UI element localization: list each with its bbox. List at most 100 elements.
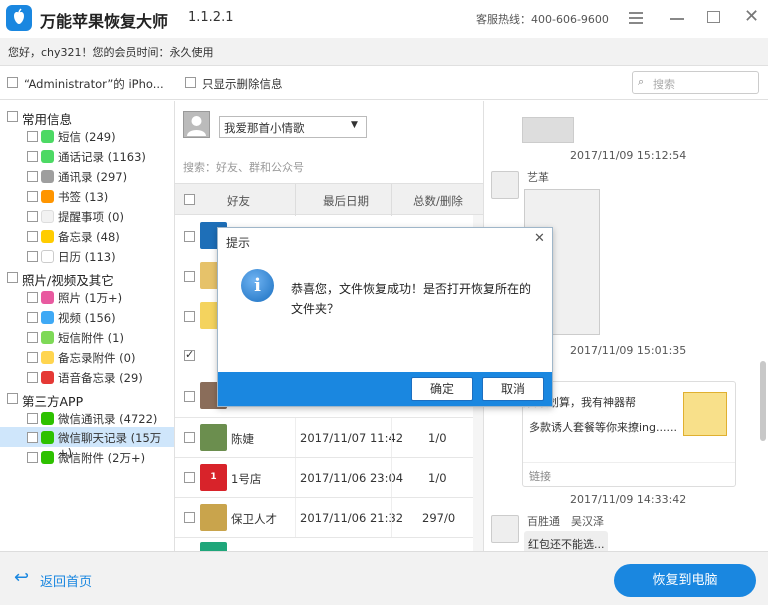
recover-button[interactable]: 恢复到电脑 xyxy=(614,564,756,597)
item-checkbox[interactable] xyxy=(27,352,38,363)
phone-icon xyxy=(41,150,54,163)
menu-icon[interactable] xyxy=(629,12,643,24)
table-row[interactable]: 保卫人才 2017/11/06 21:32 297/0 xyxy=(175,497,483,538)
item-checkbox[interactable] xyxy=(27,251,38,262)
only-deleted-checkbox[interactable] xyxy=(185,77,196,88)
sender-name: 艺革 xyxy=(527,171,549,184)
row-count: 297/0 xyxy=(422,511,456,525)
group-checkbox[interactable] xyxy=(7,272,18,283)
reminders-icon xyxy=(41,210,54,223)
sidebar-item-calls[interactable]: 通话记录 (1163) xyxy=(58,149,146,165)
item-checkbox[interactable] xyxy=(27,452,38,463)
item-checkbox[interactable] xyxy=(27,191,38,202)
sidebar-item-photos[interactable]: 照片 (1万+) xyxy=(58,290,122,306)
search-placeholder: 搜索 xyxy=(653,78,675,91)
row-name: 1号店 xyxy=(231,472,262,486)
sender-avatar xyxy=(491,171,519,199)
sidebar-item-wechat-contacts[interactable]: 微信通讯录 (4722) xyxy=(58,411,157,427)
row-checkbox[interactable] xyxy=(184,348,195,361)
hotline: 客服热线：400-606-9600 xyxy=(476,13,609,26)
sidebar: 常用信息 短信 (249) 通话记录 (1163) 通讯录 (297) 书签 (… xyxy=(0,101,175,551)
col-count[interactable]: 总数/删除 xyxy=(413,193,463,209)
item-checkbox[interactable] xyxy=(27,151,38,162)
table-header: 好友 最后日期 总数/删除 xyxy=(175,183,483,216)
title-bar: 万能苹果恢复大师 1.1.2.1 客服热线：400-606-9600 ✕ xyxy=(0,0,768,38)
sidebar-item-sms-attachments[interactable]: 短信附件 (1) xyxy=(58,330,124,346)
sidebar-item-calendar[interactable]: 日历 (113) xyxy=(58,249,116,265)
row-date: 2017/11/06 23:04 xyxy=(300,471,404,485)
sidebar-item-videos[interactable]: 视频 (156) xyxy=(58,310,116,326)
row-checkbox[interactable] xyxy=(184,391,195,402)
maximize-button[interactable] xyxy=(707,11,720,23)
notes-icon xyxy=(41,230,54,243)
item-checkbox[interactable] xyxy=(27,231,38,242)
table-row[interactable] xyxy=(175,537,483,551)
chat-timestamp: 2017/11/09 14:33:42 xyxy=(570,493,687,506)
device-checkbox[interactable] xyxy=(7,77,18,88)
contact-avatar xyxy=(200,504,227,531)
group-label-media[interactable]: 照片/视频及其它 xyxy=(22,270,114,289)
attachment-icon xyxy=(41,331,54,344)
group-label-common[interactable]: 常用信息 xyxy=(22,109,72,128)
item-checkbox[interactable] xyxy=(27,312,38,323)
sidebar-item-contacts[interactable]: 通讯录 (297) xyxy=(58,169,127,185)
close-icon[interactable]: ✕ xyxy=(744,6,759,27)
video-icon xyxy=(41,311,54,324)
item-checkbox[interactable] xyxy=(27,413,38,424)
minimize-button[interactable] xyxy=(670,18,684,20)
search-input[interactable]: ⌕ 搜索 xyxy=(632,71,759,94)
item-checkbox[interactable] xyxy=(27,211,38,222)
voice-memo-icon xyxy=(41,371,54,384)
row-checkbox[interactable] xyxy=(184,271,195,282)
sender-name: 百胜通 吴汉泽 xyxy=(527,515,604,528)
item-checkbox[interactable] xyxy=(27,372,38,383)
confirm-button[interactable]: 确定 xyxy=(411,377,473,401)
col-friend[interactable]: 好友 xyxy=(227,193,250,209)
item-checkbox[interactable] xyxy=(27,131,38,142)
search-icon: ⌕ xyxy=(638,75,645,88)
table-row[interactable]: 1 1号店 2017/11/06 23:04 1/0 xyxy=(175,457,483,498)
row-checkbox[interactable] xyxy=(184,432,195,443)
row-name: 陈婕 xyxy=(231,432,254,446)
table-row[interactable]: 陈婕 2017/11/07 11:42 1/0 xyxy=(175,417,483,458)
sidebar-item-wechat-attachments[interactable]: 微信附件 (2万+) xyxy=(58,450,145,466)
col-last-date[interactable]: 最后日期 xyxy=(323,193,369,209)
row-checkbox[interactable] xyxy=(184,231,195,242)
chat-timestamp: 2017/11/09 15:12:54 xyxy=(570,149,687,162)
row-date: 2017/11/06 21:32 xyxy=(300,511,404,525)
sidebar-item-notes-attachments[interactable]: 备忘录附件 (0) xyxy=(58,350,135,366)
group-label-third-party[interactable]: 第三方APP xyxy=(22,391,83,410)
sidebar-item-voice-memos[interactable]: 语音备忘录 (29) xyxy=(58,370,143,386)
dialog-close-icon[interactable]: ✕ xyxy=(534,231,545,246)
device-label: “Administrator”的 iPho... xyxy=(24,77,164,91)
back-arrow-icon[interactable]: ↩ xyxy=(14,567,29,588)
sidebar-item-bookmarks[interactable]: 书签 (13) xyxy=(58,189,108,205)
account-select[interactable]: 我爱那首小情歌 ▼ xyxy=(219,116,367,138)
row-checkbox[interactable] xyxy=(184,311,195,322)
item-checkbox[interactable] xyxy=(27,171,38,182)
contact-search-input[interactable]: 搜索：好友、群和公众号 xyxy=(183,159,304,175)
link-label: 链接 xyxy=(529,470,551,483)
wechat-icon xyxy=(41,431,54,444)
calendar-icon xyxy=(41,250,54,263)
link-card[interactable]: 套餐最划算，我有神器帮 多款诱人套餐等你来撩ing...... 链接 xyxy=(515,381,736,487)
select-all-checkbox[interactable] xyxy=(184,194,195,205)
group-checkbox[interactable] xyxy=(7,393,18,404)
cancel-button[interactable]: 取消 xyxy=(482,377,544,401)
row-checkbox[interactable] xyxy=(184,472,195,483)
group-checkbox[interactable] xyxy=(7,111,18,122)
item-checkbox[interactable] xyxy=(27,432,38,443)
sidebar-item-notes[interactable]: 备忘录 (48) xyxy=(58,229,120,245)
row-count: 1/0 xyxy=(428,431,447,445)
sidebar-item-sms[interactable]: 短信 (249) xyxy=(58,129,116,145)
item-checkbox[interactable] xyxy=(27,292,38,303)
scrollbar[interactable] xyxy=(760,361,766,441)
back-home-link[interactable]: 返回首页 xyxy=(40,571,92,590)
sidebar-item-reminders[interactable]: 提醒事项 (0) xyxy=(58,209,124,225)
image-thumbnail[interactable] xyxy=(522,117,574,143)
item-checkbox[interactable] xyxy=(27,332,38,343)
notes-attachment-icon xyxy=(41,351,54,364)
dialog: 提示 ✕ i 恭喜您，文件恢复成功！是否打开恢复所在的 文件夹？ 确定 取消 xyxy=(217,227,553,407)
link-text: 多款诱人套餐等你来撩ing...... xyxy=(529,421,677,434)
row-checkbox[interactable] xyxy=(184,512,195,523)
